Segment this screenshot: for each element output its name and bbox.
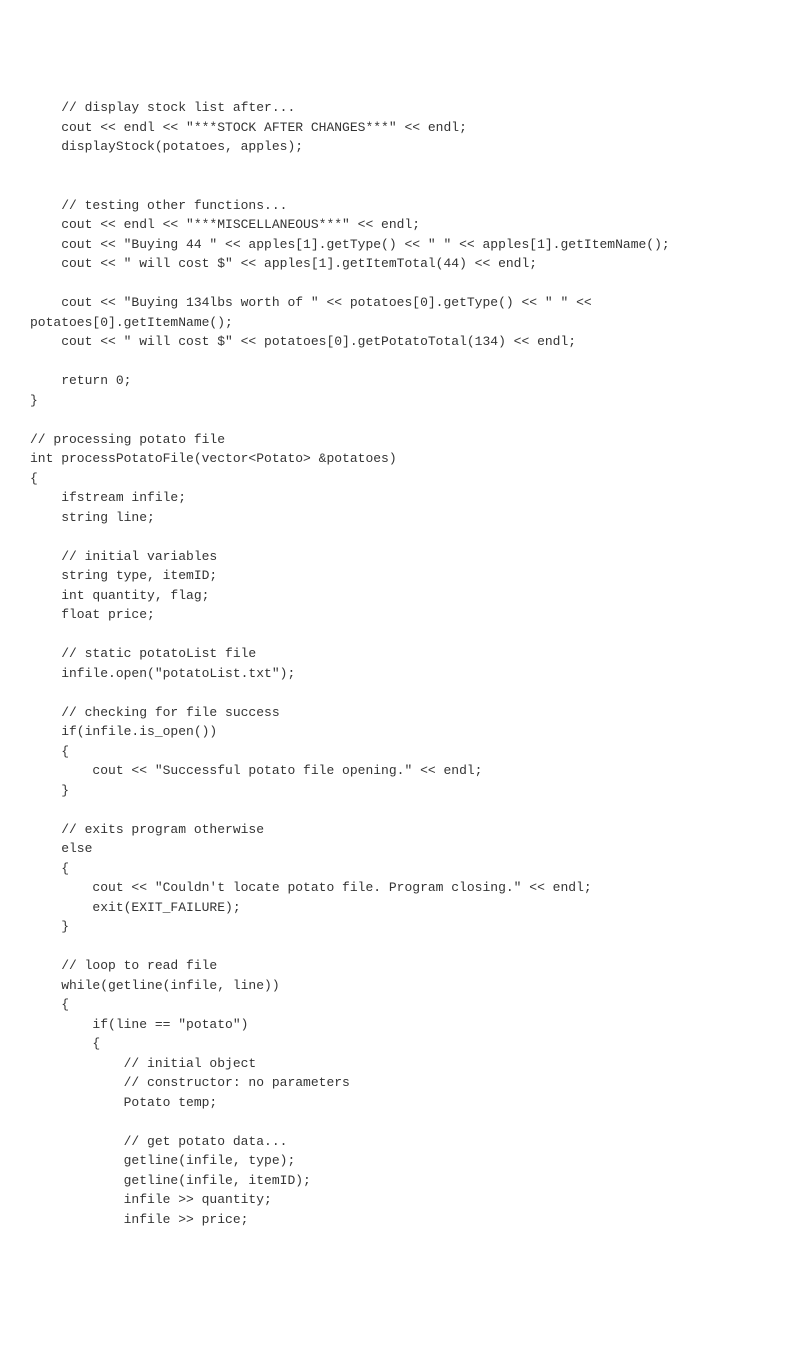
code-block: // display stock list after... cout << e… [30, 98, 758, 1229]
code-line: // get potato data... [30, 1132, 758, 1152]
code-line [30, 157, 758, 177]
code-line: string line; [30, 508, 758, 528]
code-line: getline(infile, type); [30, 1151, 758, 1171]
code-line: { [30, 859, 758, 879]
code-line: { [30, 469, 758, 489]
code-line: // exits program otherwise [30, 820, 758, 840]
code-line: cout << "Couldn't locate potato file. Pr… [30, 878, 758, 898]
code-line [30, 410, 758, 430]
code-line: int processPotatoFile(vector<Potato> &po… [30, 449, 758, 469]
code-line: // checking for file success [30, 703, 758, 723]
code-line: cout << endl << "***MISCELLANEOUS***" <<… [30, 215, 758, 235]
code-line: { [30, 1034, 758, 1054]
code-line: // initial variables [30, 547, 758, 567]
code-line: else [30, 839, 758, 859]
code-line: infile.open("potatoList.txt"); [30, 664, 758, 684]
code-line: cout << " will cost $" << apples[1].getI… [30, 254, 758, 274]
code-line: } [30, 917, 758, 937]
code-line: cout << endl << "***STOCK AFTER CHANGES*… [30, 118, 758, 138]
code-line: float price; [30, 605, 758, 625]
code-line: while(getline(infile, line)) [30, 976, 758, 996]
code-line [30, 625, 758, 645]
code-line: return 0; [30, 371, 758, 391]
code-line: infile >> quantity; [30, 1190, 758, 1210]
code-line: // constructor: no parameters [30, 1073, 758, 1093]
code-line: potatoes[0].getItemName(); [30, 313, 758, 333]
code-line [30, 800, 758, 820]
code-line: // loop to read file [30, 956, 758, 976]
code-line: // processing potato file [30, 430, 758, 450]
code-line: if(line == "potato") [30, 1015, 758, 1035]
code-line [30, 1112, 758, 1132]
code-line: { [30, 742, 758, 762]
code-line: if(infile.is_open()) [30, 722, 758, 742]
code-line: cout << "Successful potato file opening.… [30, 761, 758, 781]
code-line: // static potatoList file [30, 644, 758, 664]
code-line: displayStock(potatoes, apples); [30, 137, 758, 157]
code-line: } [30, 781, 758, 801]
code-line: cout << " will cost $" << potatoes[0].ge… [30, 332, 758, 352]
code-line [30, 176, 758, 196]
code-line: ifstream infile; [30, 488, 758, 508]
code-line: getline(infile, itemID); [30, 1171, 758, 1191]
code-line: infile >> price; [30, 1210, 758, 1230]
code-line: exit(EXIT_FAILURE); [30, 898, 758, 918]
code-line [30, 937, 758, 957]
code-line [30, 274, 758, 294]
code-line: cout << "Buying 134lbs worth of " << pot… [30, 293, 758, 313]
code-line [30, 352, 758, 372]
code-line: cout << "Buying 44 " << apples[1].getTyp… [30, 235, 758, 255]
code-line [30, 683, 758, 703]
code-line: } [30, 391, 758, 411]
code-line [30, 527, 758, 547]
code-line: string type, itemID; [30, 566, 758, 586]
code-line: // display stock list after... [30, 98, 758, 118]
code-line: // testing other functions... [30, 196, 758, 216]
code-line: // initial object [30, 1054, 758, 1074]
code-line: Potato temp; [30, 1093, 758, 1113]
code-line: { [30, 995, 758, 1015]
code-line: int quantity, flag; [30, 586, 758, 606]
